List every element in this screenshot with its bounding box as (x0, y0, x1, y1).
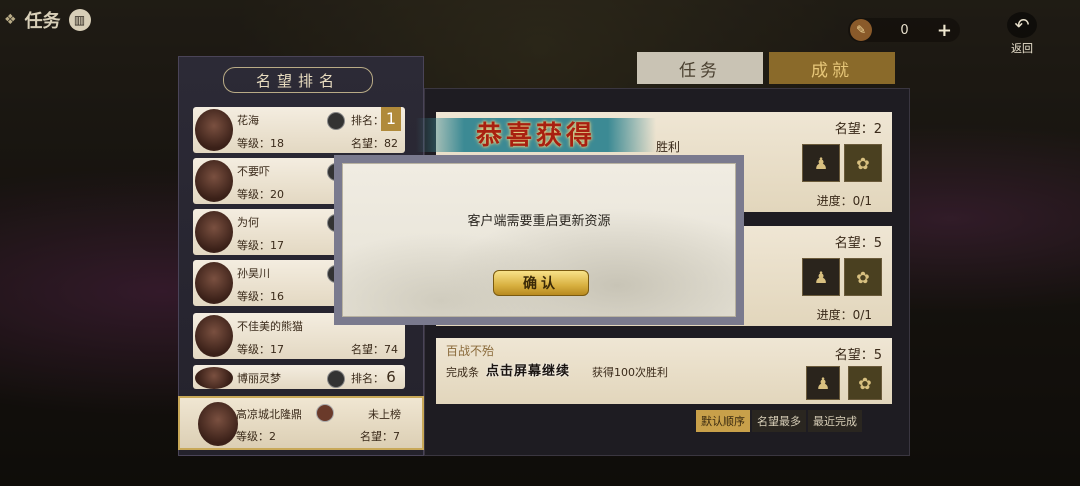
player-level: 等级：16 (237, 290, 284, 303)
back-button[interactable]: ↶ 返回 (1000, 12, 1044, 56)
player-name: 博丽灵梦 (237, 372, 281, 385)
achievement-progress: 进度：0/1 (816, 194, 872, 208)
avatar (195, 109, 233, 151)
guild-badge-icon (327, 112, 345, 130)
fame-value: 名望：7 (360, 430, 400, 443)
rank-label: 排名： (351, 114, 384, 127)
player-name: 不佳美的熊猫 (237, 320, 303, 333)
avatar (195, 160, 233, 202)
reward-item-icon[interactable]: ✿ (844, 258, 882, 296)
tab-task[interactable]: 任务 (637, 52, 763, 84)
reward-item-icon[interactable]: ✿ (844, 144, 882, 182)
guild-badge-icon (316, 404, 334, 422)
currency-icon: ✎ (850, 19, 872, 41)
back-arrow-icon: ↶ (1007, 12, 1037, 38)
achievement-fame: 名望：2 (834, 122, 882, 137)
dialog-body: 客户端需要重启更新资源 确认 (342, 163, 736, 317)
add-currency-button[interactable]: + (937, 20, 952, 41)
fame-value: 名望：74 (351, 343, 398, 356)
avatar (195, 262, 233, 304)
tab-achievement[interactable]: 成就 (769, 52, 895, 84)
sort-fame-button[interactable]: 名望最多 (752, 410, 806, 432)
reward-item-icon[interactable]: ♟ (802, 258, 840, 296)
book-icon[interactable]: ▥ (68, 9, 91, 31)
ranking-row[interactable]: 博丽灵梦 排名： 6 (193, 365, 405, 389)
player-level: 等级：20 (237, 188, 284, 201)
congrats-banner: 恭喜获得 (416, 110, 656, 156)
rank-number: 6 (386, 368, 396, 386)
achievement-desc-tail: 获得100次胜利 (592, 366, 668, 379)
player-name: 不要吓 (237, 165, 270, 178)
avatar (195, 315, 233, 357)
achievement-progress: 进度：0/1 (816, 308, 872, 322)
congrats-title: 恭喜获得 (475, 120, 596, 151)
achievement-title: 百战不殆 (446, 344, 495, 358)
sort-options: 默认顺序 名望最多 最近完成 (696, 410, 890, 432)
rank-label: 排名： (351, 372, 384, 385)
player-name: 孙昊川 (237, 267, 270, 280)
player-name: 花海 (237, 114, 259, 127)
congrats-tail: 胜利 (656, 140, 681, 154)
reward-item-icon[interactable]: ♟ (802, 144, 840, 182)
screen-title: 任务 (24, 11, 61, 32)
restart-dialog: 客户端需要重启更新资源 确认 (334, 155, 744, 325)
confirm-button[interactable]: 确认 (493, 270, 589, 296)
avatar (195, 367, 233, 389)
achievement-fame: 名望：5 (834, 348, 882, 363)
fame-value: 名望：82 (351, 137, 398, 150)
dialog-message: 客户端需要重启更新资源 (467, 214, 611, 229)
emblem-icon: ❖ (4, 12, 17, 28)
ranking-row[interactable]: 花海 等级：18 排名： 1 名望：82 (193, 107, 405, 153)
reward-item-icon[interactable]: ♟ (806, 366, 840, 400)
reward-item-icon[interactable]: ✿ (848, 366, 882, 400)
my-ranking-row[interactable]: 高凉城北隆鼎 等级：2 未上榜 名望：7 (178, 396, 424, 450)
currency-value: 0 (900, 22, 909, 38)
player-name: 高凉城北隆鼎 (236, 408, 302, 421)
rank-number: 1 (381, 107, 401, 131)
player-level: 等级：18 (237, 137, 284, 150)
tap-to-continue-hint: 点击屏幕继续 (486, 364, 571, 379)
avatar (195, 211, 233, 253)
rank-status: 未上榜 (368, 408, 401, 421)
sort-default-button[interactable]: 默认顺序 (696, 410, 750, 432)
player-level: 等级：17 (237, 239, 284, 252)
sort-recent-button[interactable]: 最近完成 (808, 410, 862, 432)
guild-badge-icon (327, 370, 345, 388)
achievement-desc: 完成条 (446, 366, 479, 379)
avatar (198, 402, 238, 446)
back-label: 返回 (1011, 42, 1033, 55)
ranking-title: 名望排名 (223, 67, 373, 93)
screen-title-bar: ❖ 任务 ▥ (0, 2, 140, 38)
achievement-fame: 名望：5 (834, 236, 882, 251)
player-level: 等级：2 (236, 430, 276, 443)
player-name: 为何 (237, 216, 259, 229)
currency-bar: ✎ 0 + (848, 18, 960, 42)
player-level: 等级：17 (237, 343, 284, 356)
